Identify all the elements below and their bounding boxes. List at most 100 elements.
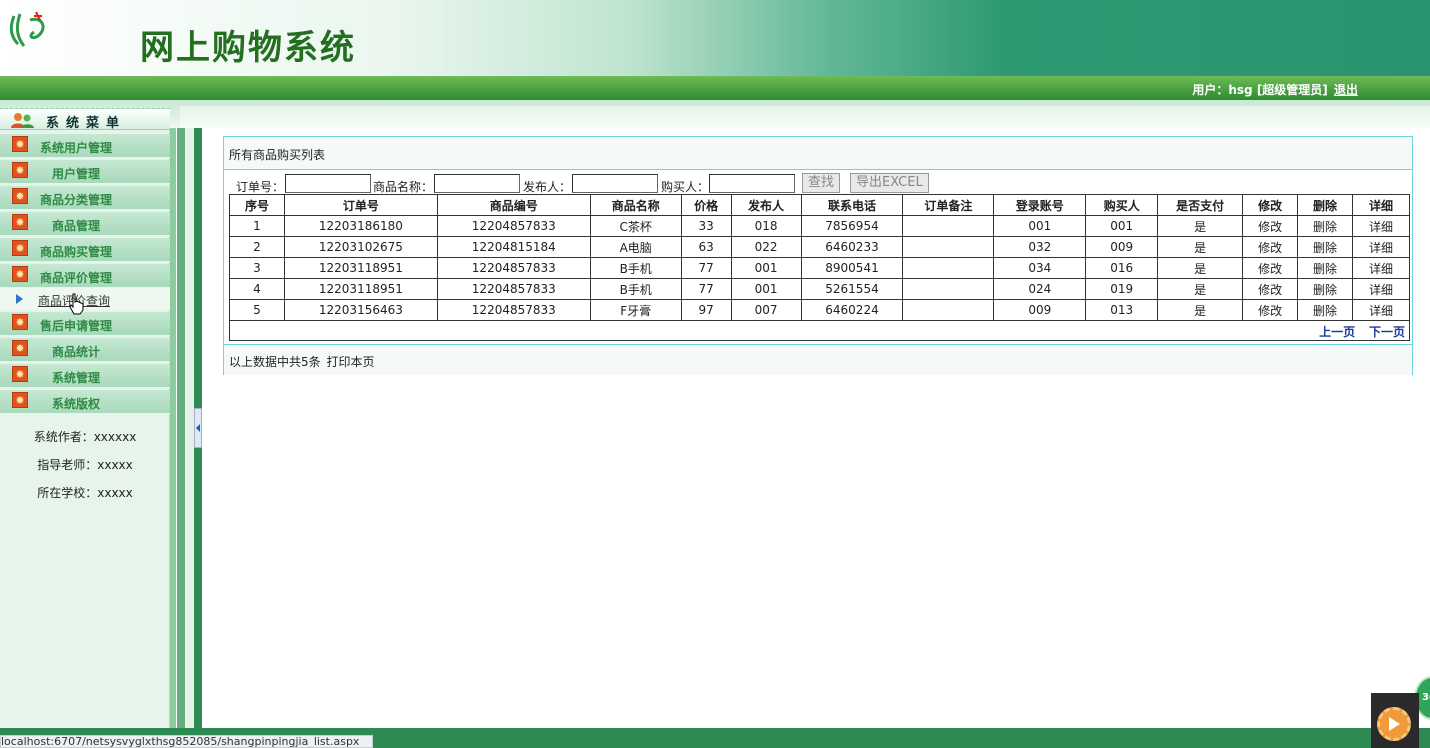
table-cell: 97 xyxy=(680,299,732,321)
user-bar: 用户：hsg [超级管理员] 退出 xyxy=(0,76,1430,100)
search-button[interactable]: 查找 xyxy=(802,173,841,193)
menu-item-reviews[interactable]: ✸ 商品评价管理 xyxy=(0,264,170,288)
menu-item-copyright[interactable]: ✸ 系统版权 xyxy=(0,390,170,414)
site-logo-icon xyxy=(9,11,45,47)
prev-page-link[interactable]: 上一页 xyxy=(1319,325,1355,339)
menu-item-label: 系统用户管理 xyxy=(40,141,113,155)
buyer-input[interactable] xyxy=(709,174,795,193)
column-header: 购买人 xyxy=(1085,194,1159,216)
menu-item-after-sales[interactable]: ✸ 售后申请管理 xyxy=(0,312,170,336)
detail-link[interactable]: 详细 xyxy=(1351,278,1411,300)
menu-star-icon: ✸ xyxy=(12,340,28,356)
teacher-info: 指导老师：xxxxx xyxy=(37,458,133,472)
user-info-text: 用户：hsg [超级管理员] xyxy=(1192,83,1328,97)
menu-item-system-users[interactable]: ✸ 系统用户管理 xyxy=(0,134,170,158)
publisher-label: 发布人： xyxy=(523,180,572,194)
panel-title: 所有商品购买列表 xyxy=(224,137,1412,170)
menu-item-label: 商品购买管理 xyxy=(40,245,113,259)
badge-text: 30 xyxy=(1422,692,1430,703)
table-cell: 016 xyxy=(1085,257,1159,279)
table-cell: 024 xyxy=(993,278,1087,300)
table-cell: 5 xyxy=(229,299,285,321)
detail-link[interactable]: 详细 xyxy=(1351,299,1411,321)
publisher-input[interactable] xyxy=(572,174,658,193)
menu-item-purchases[interactable]: ✸ 商品购买管理 xyxy=(0,238,170,262)
table-cell xyxy=(902,215,995,237)
edit-link[interactable]: 修改 xyxy=(1242,299,1299,321)
floating-player-widget[interactable] xyxy=(1371,693,1419,748)
edit-link[interactable]: 修改 xyxy=(1242,278,1299,300)
menu-star-icon: ✸ xyxy=(12,214,28,230)
table-cell: F牙膏 xyxy=(589,299,682,321)
status-url: localhost:6707/netsysvyglxthsg852085/sha… xyxy=(0,735,373,748)
table-cell: 013 xyxy=(1085,299,1159,321)
print-page-link[interactable]: 打印本页 xyxy=(326,355,374,369)
edit-link[interactable]: 修改 xyxy=(1242,257,1299,279)
table-cell: 4 xyxy=(229,278,285,300)
menu-item-label: 商品统计 xyxy=(52,345,101,359)
column-header: 联系电话 xyxy=(800,194,904,216)
table-row: 4 12203118951 12204857833 B手机 77 001 526… xyxy=(229,278,1411,300)
table-cell xyxy=(902,299,995,321)
table-cell xyxy=(902,257,995,279)
logout-link[interactable]: 退出 xyxy=(1334,83,1358,97)
product-name-label: 商品名称： xyxy=(373,180,434,194)
table-cell: 6460224 xyxy=(800,299,904,321)
site-title: 网上购物系统 xyxy=(140,28,356,68)
delete-link[interactable]: 删除 xyxy=(1297,215,1353,237)
menu-item-categories[interactable]: ✸ 商品分类管理 xyxy=(0,186,170,210)
column-header: 删除 xyxy=(1297,194,1353,216)
table-cell: 009 xyxy=(1085,236,1159,258)
menu-item-label: 售后申请管理 xyxy=(40,319,113,333)
record-count: 以上数据中共5条 xyxy=(229,355,321,369)
menu-star-icon: ✸ xyxy=(12,392,28,408)
menu-star-icon: ✸ xyxy=(12,240,28,256)
table-cell: B手机 xyxy=(589,278,682,300)
column-header: 修改 xyxy=(1242,194,1299,216)
next-page-link[interactable]: 下一页 xyxy=(1369,325,1405,339)
table-header-row: 序号 订单号 商品编号 商品名称 价格 发布人 联系电话 订单备注 登录账号 购… xyxy=(229,194,1411,216)
table-cell xyxy=(902,278,995,300)
table-cell: 007 xyxy=(730,299,802,321)
table-cell: 12203186180 xyxy=(283,215,438,237)
header: 网上购物系统 xyxy=(0,0,1430,76)
order-no-label: 订单号： xyxy=(236,180,285,194)
column-header: 订单号 xyxy=(283,194,438,216)
table-cell: 12204857833 xyxy=(436,278,591,300)
menu-title-text: 系统菜单 xyxy=(46,116,127,131)
table-cell: 12204857833 xyxy=(436,257,591,279)
delete-link[interactable]: 删除 xyxy=(1297,299,1353,321)
sidebar-toggle[interactable] xyxy=(194,408,202,448)
menu-item-label: 商品评价管理 xyxy=(40,271,113,285)
table-cell: 12203156463 xyxy=(283,299,438,321)
export-excel-button[interactable]: 导出EXCEL xyxy=(850,173,929,193)
table-row: 5 12203156463 12204857833 F牙膏 97 007 646… xyxy=(229,299,1411,321)
order-no-input[interactable] xyxy=(285,174,371,193)
sidebar: 系统菜单 ✸ 系统用户管理 ✸ 用户管理 ✸ 商品分类管理 ✸ 商品管理 ✸ 商… xyxy=(0,108,170,728)
delete-link[interactable]: 删除 xyxy=(1297,257,1353,279)
table-cell: 1 xyxy=(229,215,285,237)
table-cell: A电脑 xyxy=(589,236,682,258)
edit-link[interactable]: 修改 xyxy=(1242,236,1299,258)
detail-link[interactable]: 详细 xyxy=(1351,215,1411,237)
detail-link[interactable]: 详细 xyxy=(1351,257,1411,279)
menu-star-icon: ✸ xyxy=(12,366,28,382)
menu-item-users[interactable]: ✸ 用户管理 xyxy=(0,160,170,184)
menu-item-statistics[interactable]: ✸ 商品统计 xyxy=(0,338,170,362)
delete-link[interactable]: 删除 xyxy=(1297,278,1353,300)
table-cell: 是 xyxy=(1157,299,1244,321)
menu-item-system[interactable]: ✸ 系统管理 xyxy=(0,364,170,388)
buyer-label: 购买人： xyxy=(661,180,710,194)
table-cell: 77 xyxy=(680,257,732,279)
menu-title: 系统菜单 xyxy=(0,108,170,131)
menu-star-icon: ✸ xyxy=(12,136,28,152)
author-info: 系统作者：xxxxxx xyxy=(33,430,137,444)
delete-link[interactable]: 删除 xyxy=(1297,236,1353,258)
table-cell: 032 xyxy=(993,236,1087,258)
product-name-input[interactable] xyxy=(434,174,520,193)
table-cell: 034 xyxy=(993,257,1087,279)
menu-item-products[interactable]: ✸ 商品管理 xyxy=(0,212,170,236)
edit-link[interactable]: 修改 xyxy=(1242,215,1299,237)
table-cell: 5261554 xyxy=(800,278,904,300)
detail-link[interactable]: 详细 xyxy=(1351,236,1411,258)
